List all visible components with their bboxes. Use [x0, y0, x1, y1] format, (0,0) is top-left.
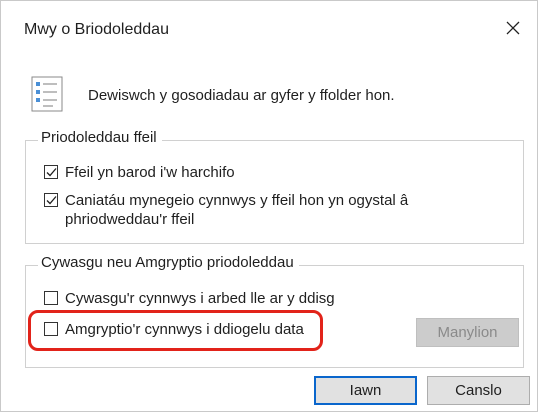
- file-attributes-group-label: Priodoleddau ffeil: [38, 129, 162, 146]
- compress-checkbox-row[interactable]: Cywasgu'r cynnwys i arbed lle ar y ddisg: [44, 289, 335, 308]
- index-checkbox-label: Caniatáu mynegeio cynnwys y ffeil hon yn…: [65, 191, 408, 229]
- checkmark-icon: [46, 196, 57, 205]
- index-checkbox-label-line2: phriodweddau'r ffeil: [65, 211, 195, 228]
- details-button[interactable]: Manylion: [416, 318, 519, 347]
- encrypt-highlight-outline: [28, 310, 323, 351]
- compress-checkbox[interactable]: [44, 291, 58, 305]
- checkmark-icon: [46, 168, 57, 177]
- close-button[interactable]: [499, 14, 527, 42]
- title-bar: Mwy o Briodoleddau: [1, 1, 537, 57]
- compress-encrypt-group-label: Cywasgu neu Amgryptio priodoleddau: [38, 254, 299, 271]
- settings-list-icon: [31, 76, 63, 112]
- index-checkbox[interactable]: [44, 193, 58, 207]
- archive-checkbox[interactable]: [44, 165, 58, 179]
- cancel-button[interactable]: Canslo: [427, 376, 530, 405]
- index-checkbox-label-line1: Caniatáu mynegeio cynnwys y ffeil hon yn…: [65, 192, 409, 209]
- close-icon: [506, 21, 520, 35]
- advanced-attributes-dialog: Mwy o Briodoleddau Dewiswch y gosodiadau…: [0, 0, 538, 412]
- archive-checkbox-label: Ffeil yn barod i'w harchifo: [65, 164, 235, 181]
- ok-button[interactable]: Iawn: [314, 376, 417, 405]
- index-checkbox-row[interactable]: Caniatáu mynegeio cynnwys y ffeil hon yn…: [44, 191, 408, 229]
- compress-checkbox-label: Cywasgu'r cynnwys i arbed lle ar y ddisg: [65, 290, 335, 307]
- archive-checkbox-row[interactable]: Ffeil yn barod i'w harchifo: [44, 163, 235, 182]
- intro-text: Dewiswch y gosodiadau ar gyfer y ffolder…: [88, 87, 395, 104]
- window-title: Mwy o Briodoleddau: [24, 21, 169, 38]
